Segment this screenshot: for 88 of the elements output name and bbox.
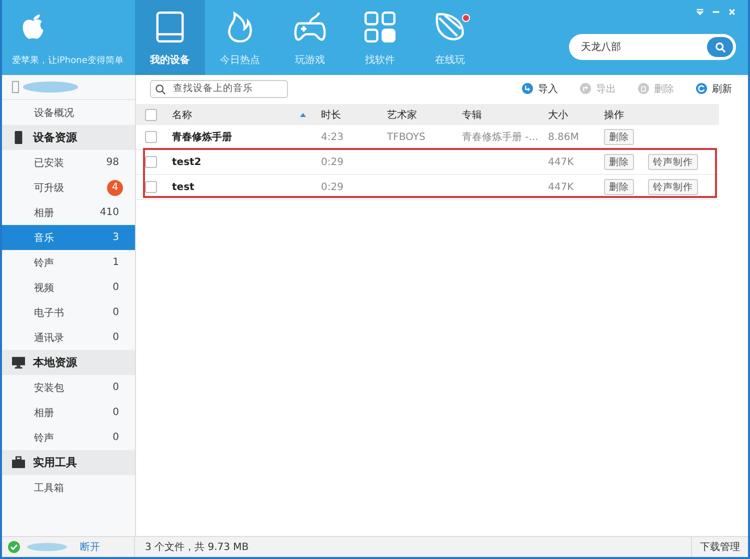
column-header[interactable]: 名称 [166,108,316,122]
item-label: 音乐 [34,232,54,244]
sidebar-item[interactable]: 视频 0 [2,275,135,300]
table-cell-text: test [171,182,196,192]
search-icon [714,42,726,52]
tagline: 爱苹果，让iPhone变得简单 [12,54,124,67]
row-action-button[interactable]: 铃声制作 [648,154,698,170]
row-action-button[interactable]: 删除 [604,129,634,145]
table-cell-text: TFBOYS [386,132,426,142]
count: 410 [100,207,119,218]
count: 0 [112,282,119,293]
sidebar-item[interactable]: 相册 0 [2,400,135,425]
table-cell-text: 8.86M [547,132,580,142]
table-cell-text: 0:29 [320,156,344,168]
item-label: 安装包 [34,382,64,394]
section-title: 实用工具 [33,455,77,470]
table-cell-text: test2 [171,156,202,168]
sidebar-item[interactable]: 音乐 3 [2,225,135,250]
search-field[interactable]: 查找设备上的音乐 [150,80,288,98]
close-icon[interactable] [728,8,736,16]
grid-icon [362,9,398,45]
sidebar-item[interactable]: 设备概况 [2,100,135,125]
item-label: 已安装 [34,156,64,170]
column-header[interactable]: 操作 [599,108,719,122]
sidebar-item[interactable]: 已安装 98 [2,150,135,175]
toolbar-button[interactable]: 导入 [522,82,558,96]
row-checkbox[interactable] [145,156,157,168]
item-label: 铃声 [34,432,54,444]
sidebar-item[interactable]: 相册 410 [2,200,135,225]
sidebar-item[interactable]: 工具箱 [2,475,135,500]
section-title: 设备资源 [33,130,77,145]
phone-icon [12,131,25,144]
table-cell-text: 0:29 [320,182,344,192]
count: 98 [106,157,119,168]
table-cell-text: 447K [547,182,575,192]
count: 3 [112,232,119,243]
count: 0 [112,307,119,318]
sidebar-item[interactable]: 可升级 4 [2,175,135,200]
item-label: 相册 [34,206,54,220]
item-label: 铃声 [34,256,54,270]
row-action-button[interactable]: 铃声制作 [648,179,698,195]
file-summary: 3 个文件，共 9.73 MB [144,540,250,554]
table-cell-text: 447K [547,156,575,168]
minimize-icon[interactable] [712,8,720,16]
blurred-device-name [26,543,68,551]
item-label: 通讯录 [34,332,64,344]
row-action-button[interactable]: 删除 [604,154,634,170]
sidebar-item[interactable]: 铃声 1 [2,250,135,275]
monitor-icon [12,356,25,369]
item-label: 电子书 [34,306,64,320]
sidebar-item[interactable]: 通讯录 0 [2,325,135,350]
select-all-checkbox[interactable] [145,108,157,120]
sidebar-item[interactable]: 电子书 0 [2,300,135,325]
section-title: 本地资源 [33,355,77,370]
column-header[interactable]: 时长 [316,108,382,122]
sort-icon [300,112,306,116]
row-checkbox[interactable] [145,181,157,193]
count: 1 [112,257,119,268]
item-label: 相册 [34,406,54,420]
sidebar-item[interactable]: 安装包 0 [2,375,135,400]
item-label: 可升级 [34,182,64,194]
table-cell-text: 4:23 [320,132,344,142]
count: 4 [107,180,123,196]
check-icon [8,541,20,553]
import-icon [522,83,533,94]
refresh-icon [696,83,707,94]
column-header[interactable]: 大小 [543,108,599,122]
column-header[interactable]: 艺术家 [382,108,457,122]
table-cell-text: 青春修炼手册 -... [461,130,540,144]
sidebar-item[interactable]: 铃声 0 [2,425,135,450]
disconnect-link[interactable]: 断开 [80,540,100,554]
row-checkbox[interactable] [145,131,157,143]
count: 0 [112,432,119,443]
blurred-device-name [23,81,78,93]
count: 0 [112,382,119,393]
export-icon [580,83,591,94]
table-cell-text: 青春修炼手册 [171,130,233,144]
phone-icon [12,81,19,93]
search-field[interactable]: 天龙八部 [569,34,736,60]
briefcase-icon [12,456,25,469]
apple-logo-icon [20,12,46,40]
row-action-button[interactable]: 删除 [604,179,634,195]
menu-icon[interactable] [696,8,704,16]
column-header[interactable]: 专辑 [457,108,543,122]
item-label: 视频 [34,282,54,294]
count: 0 [112,332,119,343]
toolbar-button[interactable]: 刷新 [696,82,732,96]
count: 0 [112,407,119,418]
